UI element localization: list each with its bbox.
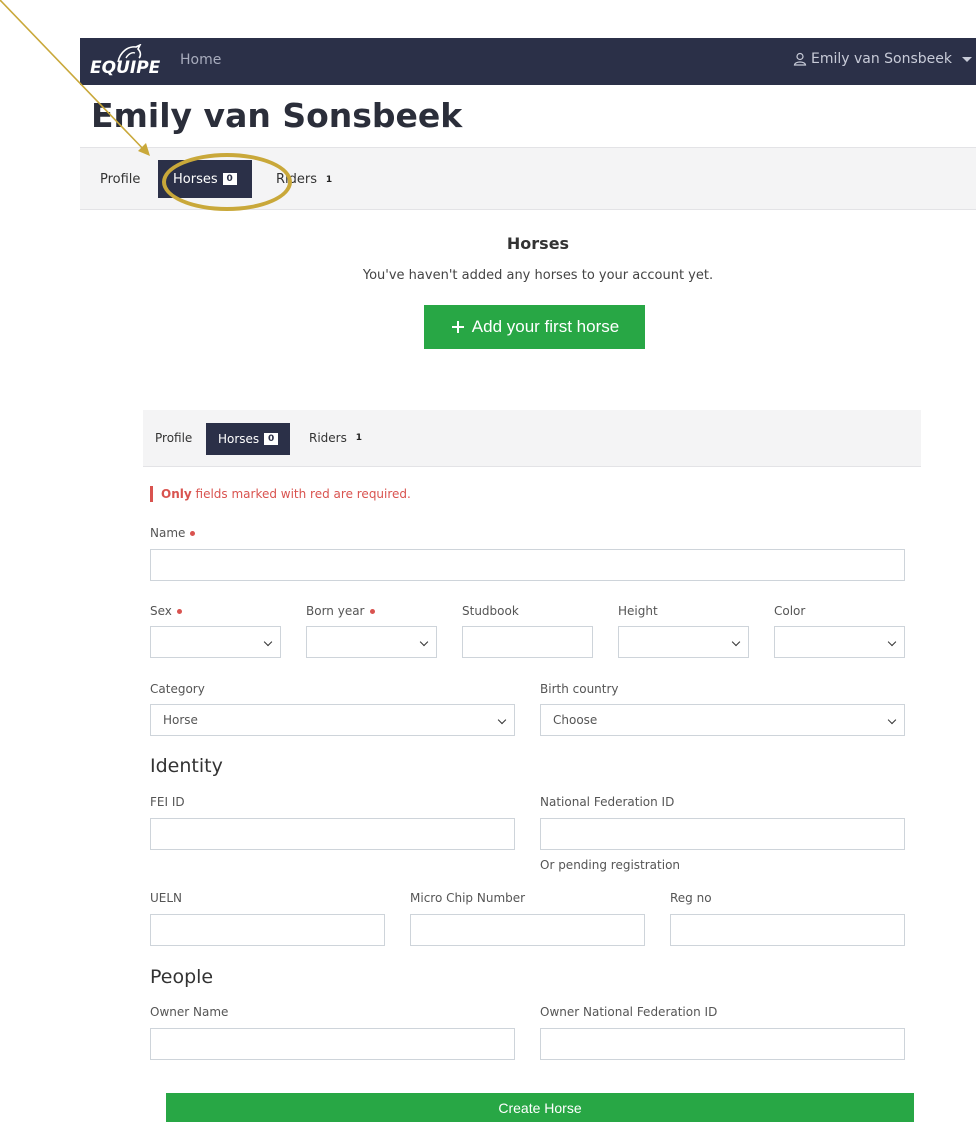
name-input[interactable]	[150, 549, 905, 581]
horses-heading: Horses	[506, 234, 570, 253]
ueln-label: UELN	[150, 891, 182, 905]
label-text: Sex	[150, 604, 172, 618]
add-first-horse-button[interactable]: Add your first horse	[424, 305, 645, 349]
tab-riders[interactable]: Riders 1	[309, 431, 366, 445]
label-text: Owner National Federation ID	[540, 1005, 718, 1019]
chevron-down-icon	[731, 637, 741, 647]
people-heading: People	[150, 966, 214, 988]
chevron-down-icon	[263, 637, 273, 647]
nf-id-label: National Federation ID	[540, 795, 674, 809]
sex-select[interactable]	[150, 626, 281, 658]
horses-count-badge: 0	[264, 433, 279, 445]
label-text: UELN	[150, 891, 183, 905]
name-label: Name	[150, 526, 196, 540]
owner-nf-id-label: Owner National Federation ID	[540, 1005, 717, 1019]
birth-country-select[interactable]: Choose	[540, 704, 905, 736]
category-selected-value: Horse	[163, 713, 198, 727]
label-text: Born year	[306, 604, 365, 618]
chevron-down-icon	[887, 637, 897, 647]
tab-profile[interactable]: Profile	[155, 431, 192, 445]
studbook-label: Studbook	[462, 604, 519, 618]
fei-id-label: FEI ID	[150, 795, 185, 809]
color-select[interactable]	[774, 626, 905, 658]
required-note-text: fields marked with red are required.	[195, 487, 411, 501]
label-text: Name	[150, 526, 186, 540]
owner-nf-id-input[interactable]	[540, 1028, 905, 1060]
color-label: Color	[774, 604, 805, 618]
reg-no-label: Reg no	[670, 891, 712, 905]
label-text: Studbook	[462, 604, 519, 618]
pending-registration-text: Or pending registration	[540, 858, 681, 872]
tab-horses[interactable]: Horses 0	[206, 423, 291, 455]
category-select[interactable]: Horse	[150, 704, 515, 736]
chevron-down-icon	[887, 715, 897, 725]
chevron-down-icon	[419, 637, 429, 647]
label-text: National Federation ID	[540, 795, 675, 809]
label-text: Owner Name	[150, 1005, 229, 1019]
scroll-fade	[143, 1062, 921, 1078]
plus-icon	[451, 321, 464, 333]
height-label: Height	[618, 604, 658, 618]
chevron-down-icon	[497, 715, 507, 725]
label-text: FEI ID	[150, 795, 185, 809]
ueln-input[interactable]	[150, 914, 385, 946]
annotation-highlight-ring	[162, 153, 292, 211]
owner-name-label: Owner Name	[150, 1005, 228, 1019]
annotation-arrow	[0, 0, 150, 156]
label-text: Reg no	[670, 891, 712, 905]
create-horse-button[interactable]: Create Horse	[166, 1093, 914, 1122]
nf-id-input[interactable]	[540, 818, 905, 850]
label-text: Height	[618, 604, 658, 618]
tab-label: Horses	[218, 432, 260, 446]
fei-id-input[interactable]	[150, 818, 515, 850]
required-fields-note: Only fields marked with red are required…	[150, 486, 411, 502]
form-tabs: Profile Horses 0 Riders 1	[143, 410, 921, 467]
micro-chip-input[interactable]	[410, 914, 645, 946]
owner-name-input[interactable]	[150, 1028, 515, 1060]
micro-chip-label: Micro Chip Number	[410, 891, 525, 905]
tab-label: Riders	[309, 431, 347, 445]
label-text: Micro Chip Number	[410, 891, 526, 905]
label-text: Category	[150, 682, 205, 696]
birth-country-label: Birth country	[540, 682, 619, 696]
category-label: Category	[150, 682, 205, 696]
height-select[interactable]	[618, 626, 749, 658]
riders-count-badge: 1	[355, 433, 362, 443]
label-text: Birth country	[540, 682, 619, 696]
sex-label: Sex	[150, 604, 182, 618]
studbook-input[interactable]	[462, 626, 593, 658]
empty-state-message: You've haven't added any horses to your …	[362, 268, 714, 283]
birth-country-selected-value: Choose	[553, 713, 598, 727]
required-dot	[190, 530, 196, 536]
tab-label: Profile	[155, 431, 193, 445]
label-text: Color	[774, 604, 806, 618]
required-note-bold: Only	[161, 487, 192, 501]
born-year-select[interactable]	[306, 626, 437, 658]
add-button-label: Add your first horse	[471, 317, 620, 336]
required-dot	[176, 608, 182, 614]
required-dot	[369, 608, 375, 614]
reg-no-input[interactable]	[670, 914, 905, 946]
identity-heading: Identity	[150, 755, 223, 777]
born-year-label: Born year	[306, 604, 375, 618]
